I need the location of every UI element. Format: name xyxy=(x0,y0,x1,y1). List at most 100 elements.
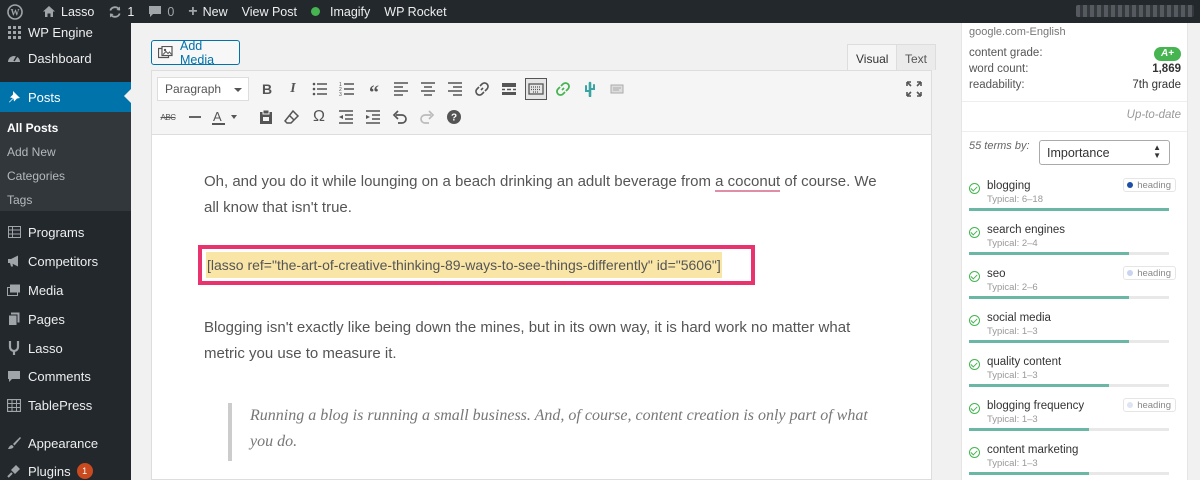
term-item[interactable]: social media Typical: 1–3 xyxy=(969,312,1181,356)
term-progress-fill xyxy=(969,208,1169,211)
term-name: social media xyxy=(987,312,1051,324)
bold-button[interactable]: B xyxy=(256,78,278,100)
spellcheck-word[interactable]: a coconut xyxy=(715,173,781,192)
lasso-link-button[interactable] xyxy=(552,78,574,100)
format-select[interactable]: Paragraph xyxy=(157,77,249,101)
add-media-icon xyxy=(158,45,174,60)
submenu-all-posts[interactable]: All Posts xyxy=(7,121,58,135)
keyboard-shortcuts-button[interactable]: ? xyxy=(443,106,465,128)
home-icon xyxy=(42,5,56,18)
view-post-link[interactable]: View Post xyxy=(235,0,304,23)
term-progress-bar xyxy=(969,296,1169,299)
menu-wp-engine[interactable]: WP Engine xyxy=(0,18,131,46)
submenu-tags[interactable]: Tags xyxy=(7,193,32,207)
comments-menu[interactable]: 0 xyxy=(141,0,181,23)
term-progress-fill xyxy=(969,384,1109,387)
term-item[interactable]: search engines Typical: 2–4 xyxy=(969,224,1181,268)
admin-sidebar: WP Engine Dashboard Posts All Posts Add … xyxy=(0,23,131,480)
menu-comments[interactable]: Comments xyxy=(0,362,131,390)
menu-dashboard[interactable]: Dashboard xyxy=(0,44,131,72)
comment-bubble-icon xyxy=(148,5,162,18)
menu-posts[interactable]: Posts xyxy=(0,82,131,112)
terms-sort-select[interactable]: Importance ▲ ▼ xyxy=(1039,140,1170,165)
seo-panel: google.com-English content grade: A+ wor… xyxy=(949,23,1200,480)
term-item[interactable]: quality content Typical: 1–3 xyxy=(969,356,1181,400)
term-typical: Typical: 2–6 xyxy=(987,282,1038,293)
menu-plugins[interactable]: Plugins 1 xyxy=(0,457,131,480)
horizontal-line-button[interactable] xyxy=(184,106,206,128)
heading-badge-label: heading xyxy=(1137,267,1171,279)
imagify-label: Imagify xyxy=(329,4,371,19)
special-character-button[interactable]: Ω xyxy=(308,106,330,128)
read-more-button[interactable] xyxy=(498,78,520,100)
tab-text[interactable]: Text xyxy=(896,44,937,70)
paste-text-button[interactable] xyxy=(255,106,277,128)
strikethrough-button[interactable]: ABC xyxy=(157,106,179,128)
text-color-icon: A xyxy=(212,109,237,125)
align-center-button[interactable] xyxy=(417,78,439,100)
insert-link-button[interactable] xyxy=(471,78,493,100)
green-link-icon xyxy=(556,82,570,96)
cactus-button[interactable] xyxy=(579,78,601,100)
indent-button[interactable] xyxy=(362,106,384,128)
menu-appearance[interactable]: Appearance xyxy=(0,429,131,457)
plugin-box-button[interactable] xyxy=(606,78,628,100)
terms-count: 55 terms by: xyxy=(969,140,1030,152)
menu-pages[interactable]: Pages xyxy=(0,305,131,333)
term-progress-bar xyxy=(969,428,1169,431)
content-grade-row: content grade: A+ xyxy=(969,47,1181,61)
align-left-button[interactable] xyxy=(390,78,412,100)
term-name: content marketing xyxy=(987,444,1079,456)
menu-label: TablePress xyxy=(28,397,93,413)
chevron-updown-icon: ▲ ▼ xyxy=(1153,143,1161,160)
tab-visual[interactable]: Visual xyxy=(847,44,898,70)
text-color-button[interactable]: A xyxy=(209,106,243,128)
content-grade-badge: A+ xyxy=(1153,47,1181,61)
fullscreen-button[interactable] xyxy=(903,78,925,100)
imagify-menu[interactable]: Imagify xyxy=(323,0,377,23)
menu-competitors[interactable]: Competitors xyxy=(0,247,131,275)
menu-label: Plugins xyxy=(28,463,71,479)
term-item[interactable]: blogging frequency Typical: 1–3 heading xyxy=(969,398,1181,444)
menu-tablepress[interactable]: TablePress xyxy=(0,391,131,419)
menu-media[interactable]: Media xyxy=(0,276,131,304)
term-progress-bar xyxy=(969,472,1169,475)
strikethrough-icon: ABC xyxy=(160,112,176,122)
align-right-button[interactable] xyxy=(444,78,466,100)
plugins-update-badge: 1 xyxy=(76,463,93,479)
wp-rocket-menu[interactable]: WP Rocket xyxy=(377,0,453,23)
menu-programs[interactable]: Programs xyxy=(0,218,131,246)
add-media-button[interactable]: Add Media xyxy=(151,39,240,67)
outdent-button[interactable] xyxy=(335,106,357,128)
italic-button[interactable]: I xyxy=(282,78,304,100)
term-item[interactable]: seo Typical: 2–6 heading xyxy=(969,266,1181,312)
search-domain-label: google.com-English xyxy=(969,26,1066,38)
lasso-shortcode[interactable]: [lasso ref="the-art-of-creative-thinking… xyxy=(206,252,722,278)
new-content-menu[interactable]: + New xyxy=(181,0,234,23)
undo-button[interactable] xyxy=(389,106,411,128)
term-item[interactable]: blogging Typical: 6–18 heading xyxy=(969,178,1181,224)
paragraph-1-text: Oh, and you do it while lounging on a be… xyxy=(204,173,716,190)
align-center-icon xyxy=(421,82,435,96)
term-progress-bar xyxy=(969,208,1169,211)
term-progress-fill xyxy=(969,252,1129,255)
term-name: blogging xyxy=(987,180,1031,192)
submenu-categories[interactable]: Categories xyxy=(7,169,65,183)
toolbar-toggle-button[interactable] xyxy=(525,78,547,100)
redo-button[interactable] xyxy=(416,106,438,128)
comment-icon xyxy=(7,369,21,383)
view-post-label: View Post xyxy=(241,4,297,19)
submenu-add-new[interactable]: Add New xyxy=(7,145,56,159)
term-progress-fill xyxy=(969,472,1089,475)
blockquote: Running a blog is running a small busine… xyxy=(228,403,868,461)
menu-label: Competitors xyxy=(28,253,99,269)
clear-formatting-button[interactable] xyxy=(281,106,303,128)
menu-lasso[interactable]: Lasso xyxy=(0,334,131,362)
account-menu-blurred[interactable] xyxy=(1076,5,1194,17)
pages-icon xyxy=(7,312,21,326)
blockquote-button[interactable]: “ xyxy=(363,78,385,104)
media-icon xyxy=(7,283,21,297)
term-item[interactable]: content marketing Typical: 1–3 xyxy=(969,444,1181,480)
numbered-list-button[interactable]: 123 xyxy=(336,78,358,100)
bulleted-list-button[interactable] xyxy=(309,78,331,100)
